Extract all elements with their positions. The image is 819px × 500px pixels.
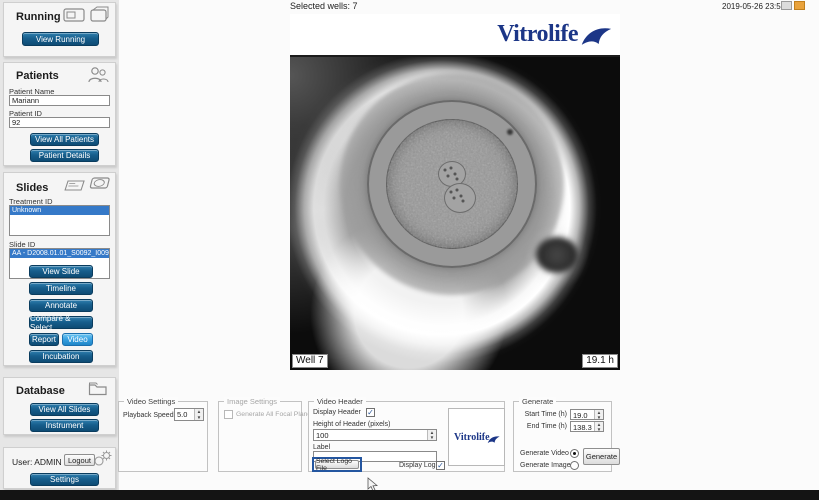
generate-video-label: Generate Video — [520, 450, 569, 457]
folder-icon — [88, 381, 108, 396]
display-logo-checkbox[interactable] — [436, 461, 445, 470]
logo-preview-swoosh-icon — [487, 435, 500, 444]
timestamp: 2019-05-26 23:51 — [722, 2, 785, 11]
view-all-patients-button[interactable]: View All Patients — [30, 133, 99, 146]
video-header-title: Video Header — [314, 397, 366, 406]
incubator-icon — [89, 6, 109, 23]
patients-icon — [87, 66, 109, 84]
patients-panel: Patients Patient Name Mariann Patient ID… — [3, 62, 116, 166]
header-height-label: Height of Header (pixels) — [313, 421, 390, 428]
video-settings-title: Video Settings — [124, 397, 178, 406]
video-button[interactable]: Video — [62, 333, 93, 346]
well-number-label: Well 7 — [292, 354, 328, 368]
viewer-header: Vitrolife — [290, 14, 620, 57]
elapsed-time-label: 19.1 h — [582, 354, 618, 368]
generate-button[interactable]: Generate — [583, 448, 620, 465]
compare-select-button[interactable]: Compare & Select — [29, 316, 93, 329]
slide-id-selected[interactable]: AA - D2008.01.01_S0092_I0090_P — [10, 249, 109, 258]
video-settings-group: Video Settings Playback Speed (fps) 5.0 … — [118, 401, 208, 472]
focal-planes-label: Generate All Focal Planes — [236, 411, 315, 418]
logo-preview-box: Vitrolife — [448, 408, 505, 466]
selected-wells-label: Selected wells: 7 — [290, 1, 358, 11]
end-time-label: End Time (h) — [522, 423, 567, 430]
instrument-button[interactable]: Instrument — [30, 419, 99, 432]
instrument-icon — [63, 7, 85, 23]
slides-panel: Slides Treatment ID Unknown Slide ID AA … — [3, 172, 116, 366]
playback-speed-spinner[interactable]: 5.0 ▲▼ — [174, 408, 204, 421]
spin-down-icon: ▼ — [428, 435, 436, 440]
incubation-button[interactable]: Incubation — [29, 350, 93, 363]
timeline-button[interactable]: Timeline — [29, 282, 93, 295]
polar-body — [536, 237, 578, 273]
slides-title: Slides — [16, 182, 48, 194]
running-panel: Running View Running — [3, 2, 116, 57]
label-field-label: Label — [313, 444, 330, 451]
database-panel: Database View All Slides Instrument — [3, 377, 116, 435]
vitrolife-logo-text: Vitrolife — [497, 21, 578, 48]
generate-video-radio[interactable] — [570, 449, 579, 458]
generate-title: Generate — [519, 397, 556, 406]
focal-planes-checkbox — [224, 410, 233, 419]
vitrolife-swoosh-icon — [580, 25, 612, 47]
slide-icon — [61, 178, 87, 192]
end-time-spinner[interactable]: 138.3 ▲▼ — [570, 421, 604, 432]
generate-images-label: Generate Images — [520, 462, 574, 469]
display-header-checkbox[interactable] — [366, 408, 375, 417]
header-height-spinner[interactable]: 100 ▲▼ — [313, 429, 437, 441]
debris-speck — [507, 129, 513, 135]
patient-details-button[interactable]: Patient Details — [30, 149, 99, 162]
start-time-label: Start Time (h) — [522, 411, 567, 418]
treatment-id-selected[interactable]: Unknown — [10, 206, 109, 215]
maximize-button[interactable] — [794, 1, 805, 10]
generate-images-radio[interactable] — [570, 461, 579, 470]
embryoviewer-window: Running View Running Patients Patient Na… — [0, 0, 819, 500]
image-settings-group: Image Settings Generate All Focal Planes — [218, 401, 302, 472]
settings-button[interactable]: Settings — [30, 473, 99, 486]
logout-button[interactable]: Logout — [64, 454, 95, 466]
gear-icon — [93, 449, 113, 467]
well-viewer: Vitrolife Well — [290, 14, 620, 370]
view-all-slides-button[interactable]: View All Slides — [30, 403, 99, 416]
bottom-bar — [0, 490, 819, 500]
video-header-group: Video Header Display Header Height of He… — [308, 401, 505, 472]
treatment-id-listbox[interactable]: Unknown — [9, 205, 110, 236]
slides-stack-icon — [87, 176, 111, 193]
database-title: Database — [16, 385, 65, 397]
patient-name-input[interactable]: Mariann — [9, 95, 110, 106]
spin-down-icon: ▼ — [195, 415, 203, 421]
select-logo-file-button[interactable]: Select Logo File — [315, 460, 359, 469]
logo-preview-text: Vitrolife — [454, 432, 490, 443]
minimize-button[interactable] — [781, 1, 792, 10]
user-label: User: ADMIN — [12, 457, 62, 467]
user-panel: User: ADMIN Logout Settings — [3, 447, 116, 489]
annotate-button[interactable]: Annotate — [29, 299, 93, 312]
display-logo-label: Display Logo — [399, 462, 439, 469]
generate-group: Generate Start Time (h) 19.0 ▲▼ End Time… — [513, 401, 612, 472]
running-title: Running — [16, 11, 61, 23]
start-time-spinner[interactable]: 19.0 ▲▼ — [570, 409, 604, 420]
view-running-button[interactable]: View Running — [22, 32, 99, 46]
pronucleus-2 — [444, 183, 476, 213]
display-header-label: Display Header — [313, 409, 361, 416]
spin-down-icon: ▼ — [595, 427, 603, 432]
patient-id-input[interactable]: 92 — [9, 117, 110, 128]
report-button[interactable]: Report — [29, 333, 59, 346]
embryo-image[interactable]: Well 7 19.1 h — [290, 57, 620, 370]
select-logo-highlight: Select Logo File — [312, 457, 362, 472]
spin-down-icon: ▼ — [595, 415, 603, 420]
patients-title: Patients — [16, 70, 59, 82]
image-settings-title: Image Settings — [224, 397, 280, 406]
view-slide-button[interactable]: View Slide — [29, 265, 93, 278]
